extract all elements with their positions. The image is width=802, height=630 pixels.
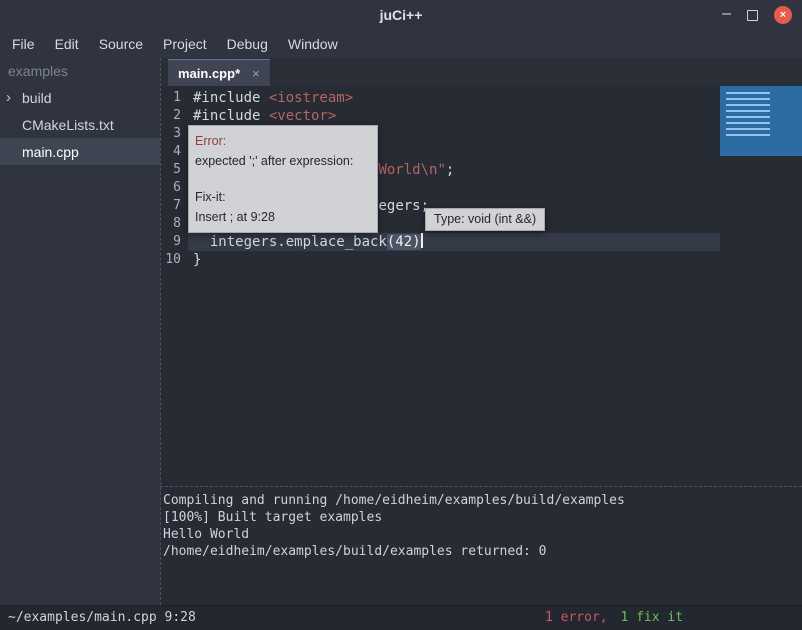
- minimap[interactable]: [720, 86, 802, 156]
- menu-item-source[interactable]: Source: [89, 36, 153, 52]
- line-number: 3: [160, 125, 188, 143]
- code-line-10[interactable]: 10}: [160, 251, 802, 269]
- code-token: <iostream>: [269, 90, 353, 106]
- pane-separator-vertical[interactable]: [160, 58, 161, 605]
- file-tree-item-build[interactable]: ›build: [0, 84, 160, 111]
- file-label: CMakeLists.txt: [22, 117, 114, 133]
- chevron-right-icon[interactable]: ›: [6, 90, 20, 105]
- line-number: 7: [160, 197, 188, 215]
- terminal-line: [100%] Built target examples: [163, 509, 799, 526]
- line-text: }: [188, 251, 720, 269]
- terminal-output[interactable]: Compiling and running /home/eidheim/exam…: [160, 486, 802, 605]
- code-line-2[interactable]: 2#include <vector>: [160, 107, 802, 125]
- fixit-title: Fix-it:: [195, 187, 371, 207]
- type-tooltip: Type: void (int &&): [425, 208, 545, 231]
- tab-main-cpp[interactable]: main.cpp* ×: [168, 59, 270, 86]
- status-bar: ~/examples/main.cpp 9:28 1 error, 1 fix …: [0, 605, 802, 630]
- code-line-1[interactable]: 1#include <iostream>: [160, 89, 802, 107]
- project-folder-label[interactable]: examples: [0, 58, 160, 84]
- line-text: #include <vector>: [188, 107, 720, 125]
- menu-item-file[interactable]: File: [2, 36, 45, 52]
- line-number: 1: [160, 89, 188, 107]
- status-location: ~/examples/main.cpp 9:28: [8, 606, 196, 629]
- line-number: 2: [160, 107, 188, 125]
- maximize-icon[interactable]: [747, 10, 758, 21]
- file-tree-panel: examples ›build CMakeLists.txt main.cpp: [0, 58, 160, 605]
- window-title: juCi++: [380, 7, 423, 23]
- line-number: 4: [160, 143, 188, 161]
- tab-label: main.cpp*: [178, 66, 240, 81]
- line-text: integers.emplace_back(42): [188, 233, 720, 251]
- menu-bar: FileEditSourceProjectDebugWindow: [0, 30, 802, 58]
- terminal-line: Compiling and running /home/eidheim/exam…: [163, 492, 799, 509]
- file-label: main.cpp: [22, 144, 79, 160]
- error-tooltip-message: expected ';' after expression:: [195, 151, 371, 171]
- menu-item-edit[interactable]: Edit: [45, 36, 89, 52]
- file-label: build: [22, 90, 52, 106]
- code-token: ;: [446, 162, 454, 178]
- window-controls: – ×: [722, 0, 792, 30]
- close-icon[interactable]: ×: [774, 6, 792, 24]
- error-tooltip-title: Error:: [195, 131, 371, 151]
- code-token: (42): [387, 234, 421, 250]
- file-tree: ›build CMakeLists.txt main.cpp: [0, 84, 160, 165]
- code-token: integers.emplace_back: [193, 234, 387, 250]
- error-count: 1 error,: [545, 610, 608, 625]
- line-text: #include <iostream>: [188, 89, 720, 107]
- juci-window: juCi++ – × FileEditSourceProjectDebugWin…: [0, 0, 802, 630]
- code-token: }: [193, 252, 201, 268]
- fixit-count: 1 fix it: [620, 610, 683, 625]
- titlebar[interactable]: juCi++ – ×: [0, 0, 802, 30]
- text-cursor: [421, 233, 423, 248]
- minimap-code-lines: [726, 92, 770, 136]
- file-tree-item-cmakelists-txt[interactable]: CMakeLists.txt: [0, 111, 160, 138]
- status-diagnostics: 1 error, 1 fix it: [545, 606, 683, 629]
- tab-bar: main.cpp* ×: [160, 58, 802, 86]
- terminal-line: Hello World: [163, 526, 799, 543]
- code-token: #include: [193, 90, 269, 106]
- tab-close-icon[interactable]: ×: [252, 66, 260, 81]
- minimize-icon[interactable]: –: [722, 6, 731, 22]
- line-number: 9: [160, 233, 188, 251]
- file-tree-item-main-cpp[interactable]: main.cpp: [0, 138, 160, 165]
- code-token: <vector>: [269, 108, 336, 124]
- error-tooltip: Error: expected ';' after expression: Fi…: [188, 125, 378, 233]
- line-number: 5: [160, 161, 188, 179]
- menu-item-window[interactable]: Window: [278, 36, 348, 52]
- line-number: 6: [160, 179, 188, 197]
- menu-item-project[interactable]: Project: [153, 36, 217, 52]
- menu-item-debug[interactable]: Debug: [217, 36, 278, 52]
- code-line-9[interactable]: 9 integers.emplace_back(42): [160, 233, 802, 251]
- code-token: #include: [193, 108, 269, 124]
- line-number: 8: [160, 215, 188, 233]
- fixit-text: Insert ; at 9:28: [195, 207, 371, 227]
- line-number: 10: [160, 251, 188, 269]
- terminal-line: /home/eidheim/examples/build/examples re…: [163, 543, 799, 560]
